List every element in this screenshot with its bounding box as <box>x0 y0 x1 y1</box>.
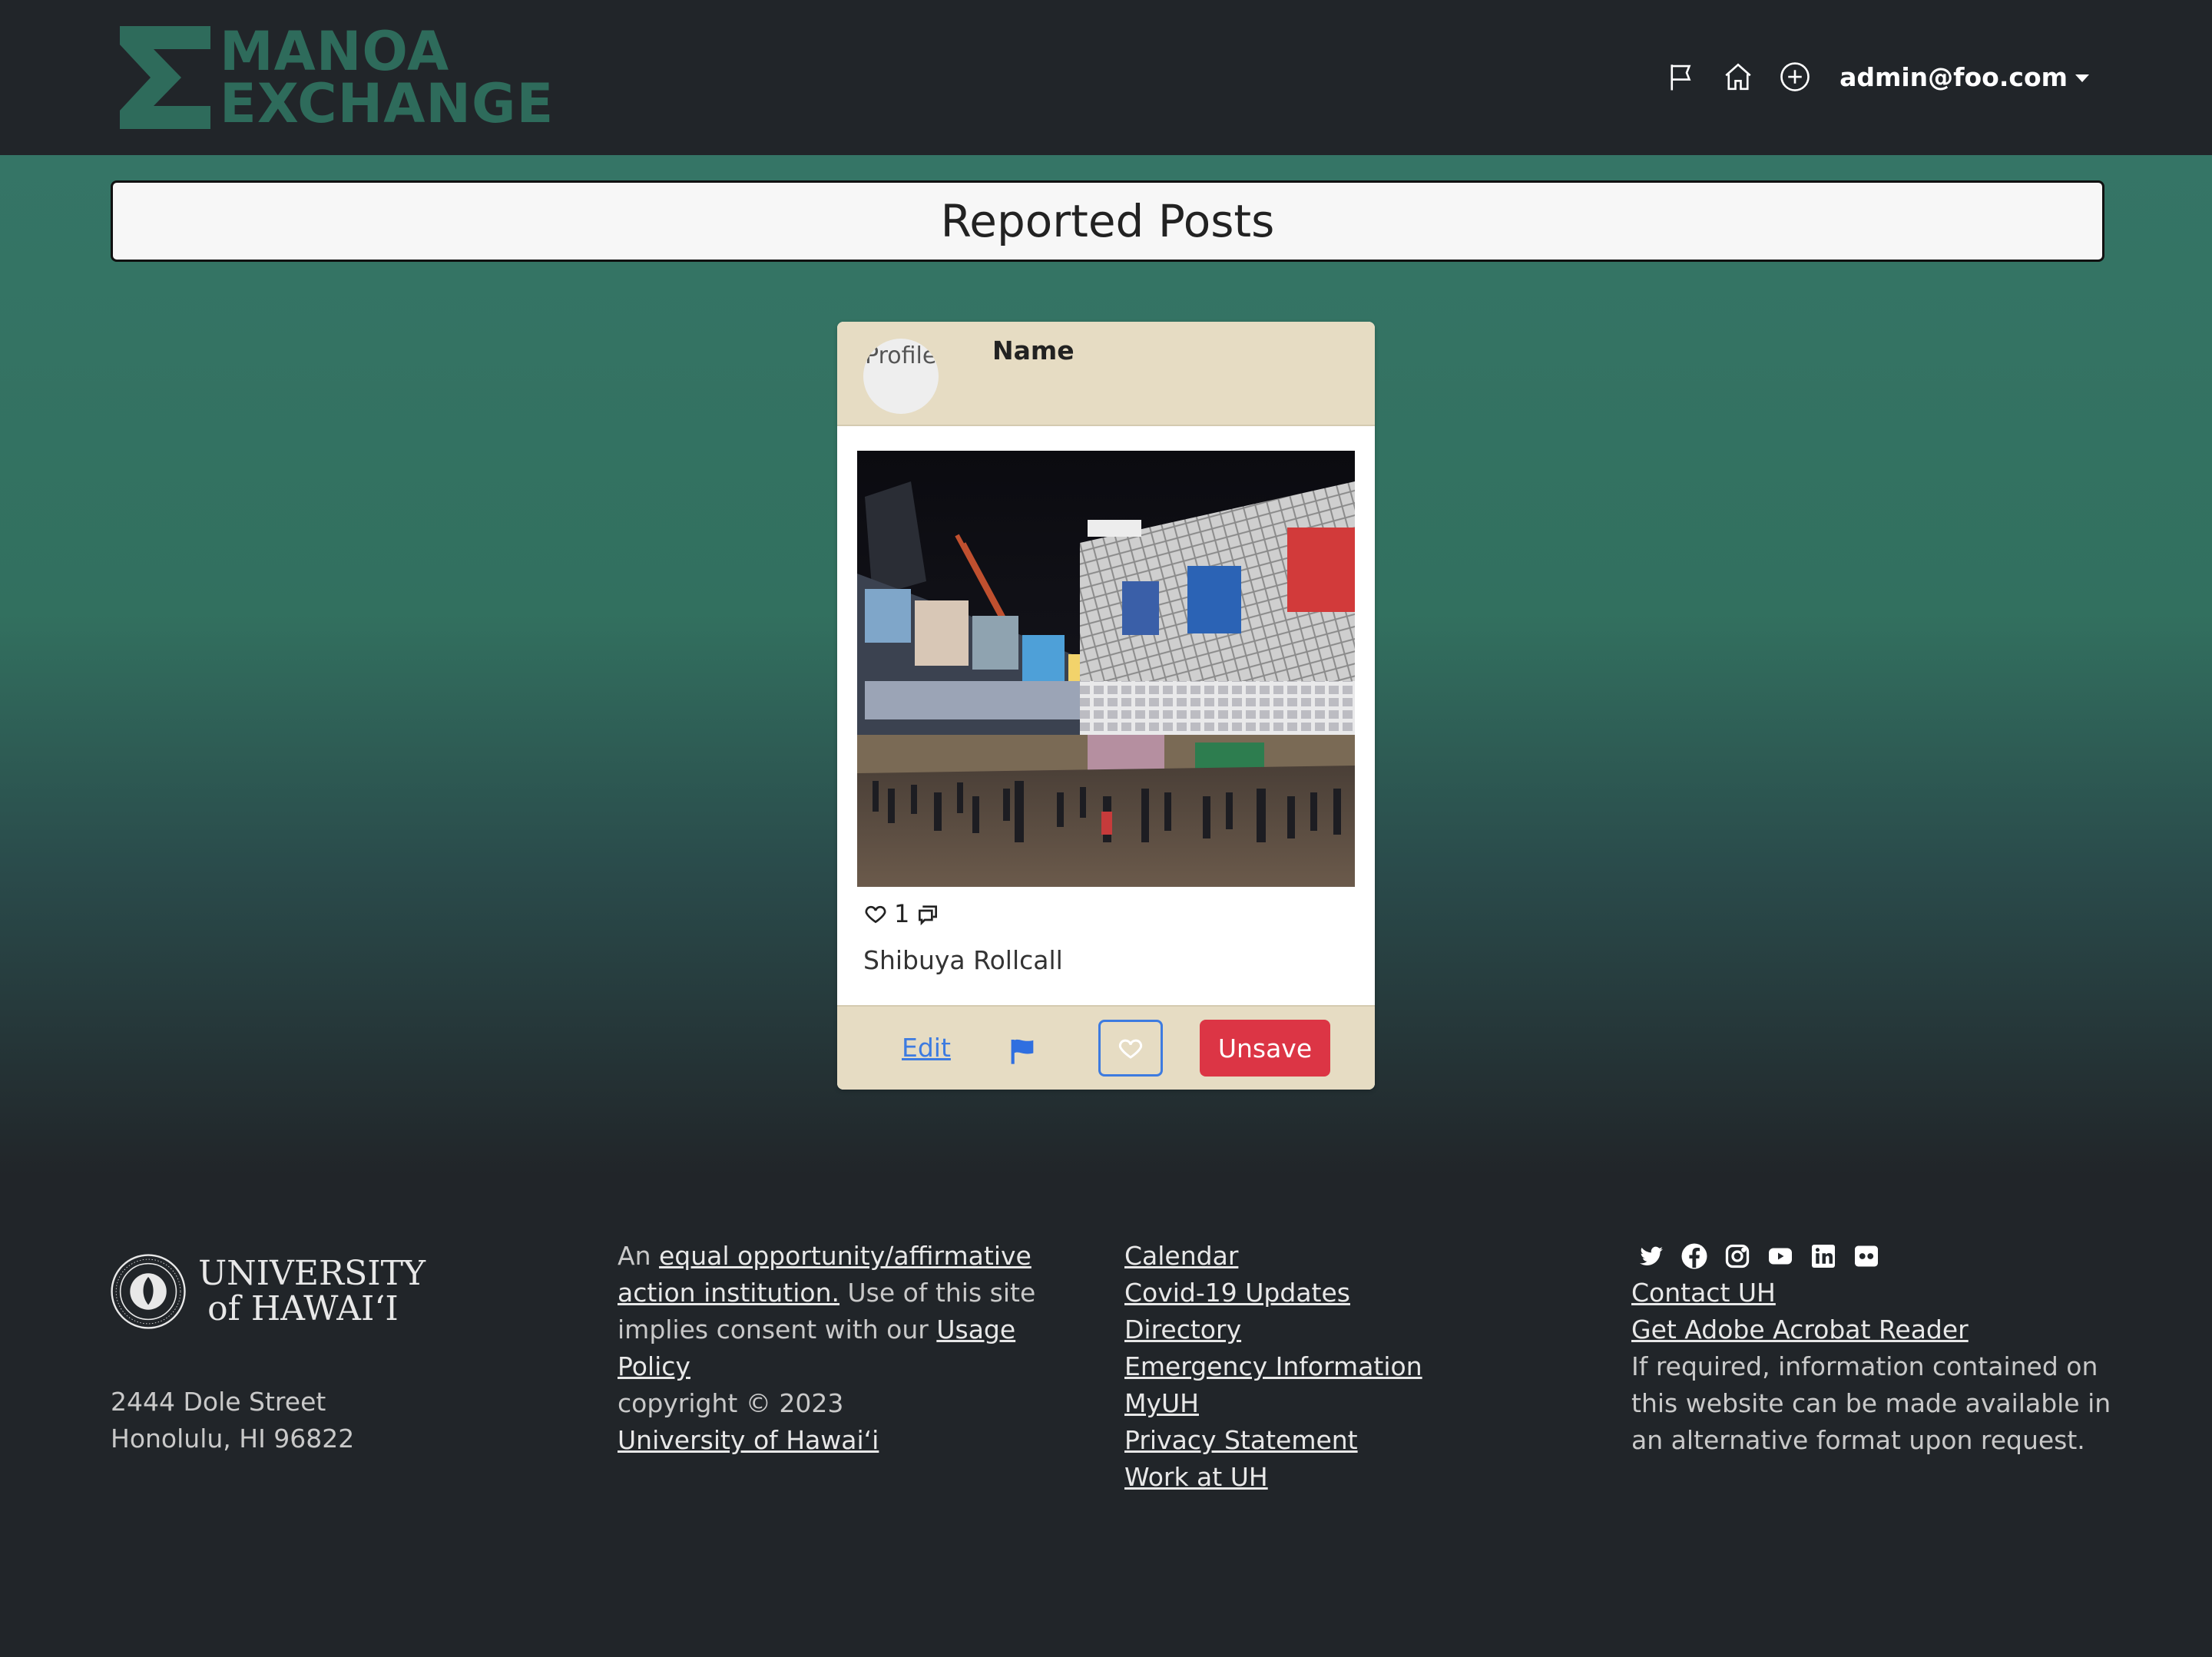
navbar: MANOA EXCHANGE admin@foo.com <box>0 0 2212 155</box>
footer-link-covid[interactable]: Covid-19 Updates <box>1124 1275 1555 1311</box>
accessibility-note: If required, information contained on th… <box>1631 1351 2111 1455</box>
home-icon[interactable] <box>1721 60 1755 94</box>
edit-link[interactable]: Edit <box>902 1033 951 1063</box>
copyright: copyright © 2023 <box>618 1388 844 1418</box>
likes-count: 1 <box>894 899 910 928</box>
address-line-1: 2444 Dole Street <box>111 1387 326 1417</box>
nav-right: admin@foo.com <box>1664 54 2089 100</box>
post-card-footer: Edit Unsave <box>837 1005 1375 1090</box>
twitter-icon[interactable] <box>1637 1242 1665 1270</box>
instagram-icon[interactable] <box>1724 1242 1751 1270</box>
linkedin-icon[interactable] <box>1810 1242 1837 1270</box>
brand-line-1: MANOA <box>220 20 450 83</box>
address-line-2: Honolulu, HI 96822 <box>111 1424 355 1454</box>
post-card-header: Profile Name <box>837 322 1375 426</box>
flickr-icon[interactable] <box>1853 1242 1880 1270</box>
post-stats: 1 <box>863 899 940 928</box>
university-line-1: UNIVERSITY <box>198 1254 426 1293</box>
footer-link-privacy[interactable]: Privacy Statement <box>1124 1422 1555 1459</box>
sigma-logo-icon <box>120 26 210 129</box>
page-title: Reported Posts <box>111 180 2104 262</box>
footer-link-myuh[interactable]: MyUH <box>1124 1385 1555 1422</box>
unsave-button[interactable]: Unsave <box>1200 1020 1330 1077</box>
author-name: Name <box>992 336 1075 365</box>
brand-text: MANOA EXCHANGE <box>220 20 555 135</box>
university-wordmark: UNIVERSITY of HAWAIʻI <box>198 1256 426 1327</box>
post-caption: Shibuya Rollcall <box>863 945 1063 975</box>
comments-icon[interactable] <box>916 901 940 926</box>
heart-outline-icon <box>1118 1039 1143 1059</box>
acrobat-link[interactable]: Get Adobe Acrobat Reader <box>1631 1311 2123 1348</box>
footer-statement: An equal opportunity/affirmative action … <box>618 1238 1094 1459</box>
like-button[interactable] <box>1098 1020 1163 1077</box>
plus-circle-icon[interactable] <box>1778 60 1812 94</box>
user-email: admin@foo.com <box>1839 61 2068 92</box>
post-image[interactable] <box>857 451 1355 887</box>
post-card: Profile Name 1 Shibuya Rollcall Edit Uns… <box>837 322 1375 1090</box>
university-link[interactable]: University of Hawaiʻi <box>618 1425 879 1455</box>
flag-icon[interactable] <box>1664 60 1698 94</box>
user-dropdown[interactable]: admin@foo.com <box>1839 62 2089 92</box>
footer-contact: Contact UH Get Adobe Acrobat Reader If r… <box>1631 1238 2123 1459</box>
caret-down-icon <box>2075 74 2089 82</box>
contact-link[interactable]: Contact UH <box>1631 1275 2123 1311</box>
footer-link-work[interactable]: Work at UH <box>1124 1459 1555 1496</box>
youtube-icon[interactable] <box>1767 1242 1794 1270</box>
heart-icon[interactable] <box>863 901 888 926</box>
report-flag-icon[interactable] <box>1008 1036 1038 1067</box>
brand-line-2: EXCHANGE <box>220 72 555 135</box>
avatar[interactable]: Profile <box>863 339 939 414</box>
university-logo[interactable]: UNIVERSITY of HAWAIʻI <box>111 1242 426 1341</box>
facebook-icon[interactable] <box>1681 1242 1708 1270</box>
address: 2444 Dole Street Honolulu, HI 96822 <box>111 1384 354 1457</box>
statement-prefix: An <box>618 1241 659 1271</box>
footer: UNIVERSITY of HAWAIʻI 2444 Dole Street H… <box>0 1175 2212 1657</box>
brand-logo[interactable]: MANOA EXCHANGE <box>120 23 565 132</box>
footer-link-emergency[interactable]: Emergency Information <box>1124 1348 1555 1385</box>
footer-link-calendar[interactable]: Calendar <box>1124 1238 1555 1275</box>
social-icons <box>1637 1238 2123 1275</box>
university-seal-icon <box>111 1254 186 1329</box>
footer-links: Calendar Covid-19 Updates Directory Emer… <box>1124 1238 1555 1496</box>
main-content: Reported Posts Profile Name 1 Shibuya Ro… <box>0 155 2212 1175</box>
university-line-2: of HAWAIʻI <box>207 1289 399 1328</box>
footer-link-directory[interactable]: Directory <box>1124 1311 1555 1348</box>
